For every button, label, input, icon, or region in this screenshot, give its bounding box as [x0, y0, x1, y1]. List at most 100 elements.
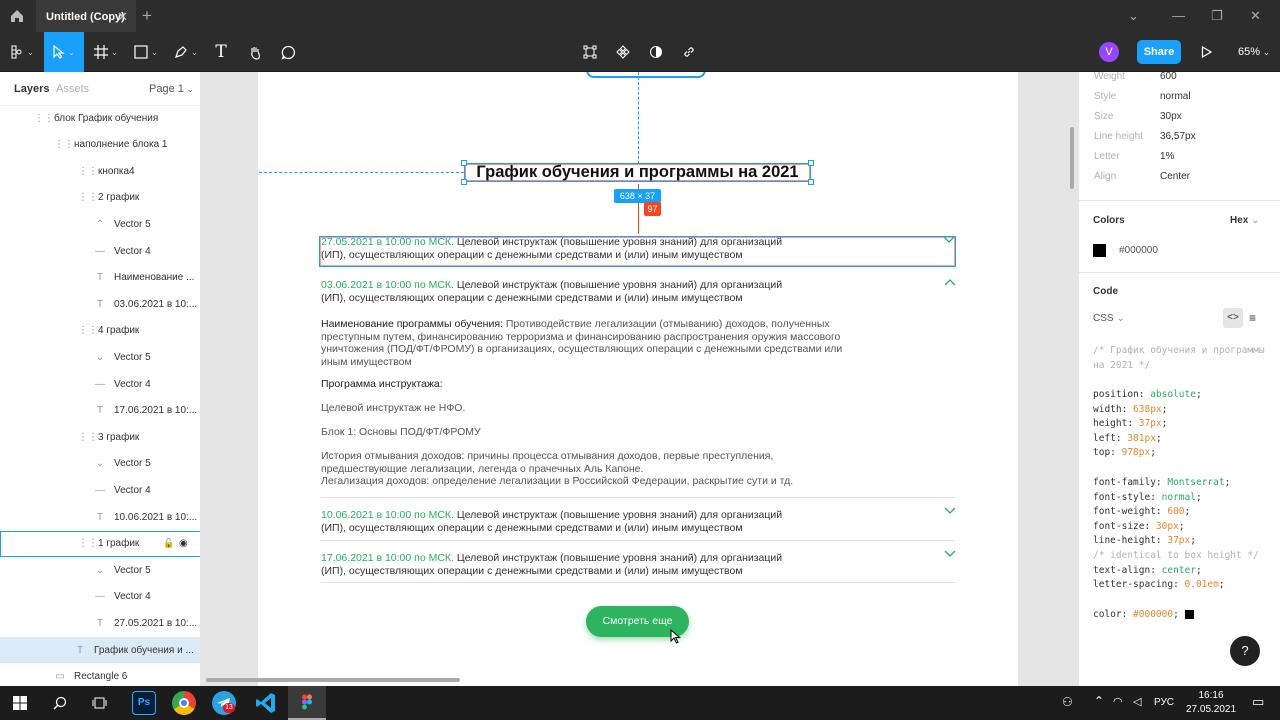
page-selector[interactable]: Page 1 ⌄ [149, 83, 194, 95]
component-frame-icon[interactable] [578, 32, 602, 72]
prop-value[interactable]: 1% [1160, 151, 1174, 162]
user-avatar[interactable]: V [1099, 42, 1119, 62]
text-tool-icon[interactable]: T [208, 32, 234, 72]
resize-handle[interactable] [461, 160, 467, 166]
layer-item[interactable]: ▭ Rectangle 6 [0, 664, 200, 686]
people-icon[interactable]: ⚇ [1062, 695, 1073, 709]
clock[interactable]: 16:16 27.05.2021 [1186, 689, 1236, 717]
notifications-icon[interactable]: ▭ [1252, 694, 1264, 710]
tab-assets[interactable]: Assets [56, 83, 89, 95]
layer-item[interactable]: ⌃ Vector 5 [0, 211, 200, 237]
pen-tool-button[interactable]: ⌄ [168, 32, 204, 72]
chevron-down-icon[interactable] [944, 550, 956, 558]
move-tool-button[interactable]: ⌄ [44, 32, 84, 72]
chevron-down-icon[interactable] [943, 236, 955, 244]
home-icon[interactable] [8, 7, 26, 25]
restore-icon[interactable]: ❐ [1211, 8, 1223, 24]
chevron-up-icon[interactable]: ⌃ [1094, 694, 1104, 708]
layer-item[interactable]: — Vector 4 [0, 238, 200, 264]
minimize-icon[interactable]: — [1172, 8, 1185, 23]
share-button[interactable]: Share [1137, 40, 1181, 64]
list-view-icon[interactable]: ≡ [1249, 311, 1256, 325]
main-menu-button[interactable]: ⌄ [4, 32, 40, 72]
layer-item[interactable]: ⋮⋮ кнопка4 [0, 158, 200, 184]
comment-tool-icon[interactable] [275, 32, 301, 72]
program-text-1: Противодействие легализации (отмыванию) … [502, 318, 830, 330]
eye-icon[interactable]: ◉ [179, 538, 188, 549]
language-indicator[interactable]: РУС [1154, 697, 1174, 708]
link-icon[interactable] [677, 32, 701, 72]
windows-start-icon[interactable] [13, 696, 27, 710]
hand-tool-icon[interactable] [242, 32, 268, 72]
close-tab-icon[interactable]: ✕ [117, 9, 128, 25]
canvas[interactable]: График обучения и программы на 2021 638 … [201, 72, 1078, 686]
lock-icon[interactable]: 🔓 [163, 538, 174, 549]
create-component-icon[interactable] [611, 32, 635, 72]
wifi-icon[interactable]: ◠ [1113, 695, 1123, 708]
file-tab[interactable]: Untitled (Copy) ✕ [36, 0, 136, 32]
layer-item[interactable]: ⌄ Vector 5 [0, 451, 200, 477]
layer-item[interactable]: ⌄ Vector 5 [0, 557, 200, 583]
layer-item[interactable]: T График обучения и ... [0, 637, 200, 663]
layer-item[interactable]: T 03.06.2021 в 10:... [0, 291, 200, 317]
task-view-icon[interactable] [92, 696, 107, 710]
resize-handle[interactable] [808, 160, 814, 166]
search-icon[interactable] [53, 696, 67, 710]
prop-value[interactable]: normal [1160, 91, 1191, 102]
present-play-icon[interactable] [1201, 46, 1212, 58]
guide-line [638, 72, 639, 164]
item-2-title: Целевой инструктаж (повышение уровня зна… [453, 279, 783, 291]
resize-handle[interactable] [461, 179, 467, 185]
chevron-down-icon[interactable]: ⌄ [1128, 8, 1139, 24]
code-view-icon[interactable]: <> [1223, 308, 1243, 328]
resize-handle[interactable] [808, 179, 814, 185]
color-value[interactable]: #000000 [1119, 245, 1158, 256]
color-swatch[interactable] [1093, 244, 1106, 257]
chevron-up-icon[interactable] [944, 278, 956, 286]
close-window-icon[interactable]: ✕ [1250, 8, 1261, 24]
vertical-scrollbar[interactable] [1070, 127, 1074, 189]
chevron-down-icon[interactable] [944, 507, 956, 515]
layer-item[interactable]: ⋮⋮ наполнение блока 1 [0, 132, 200, 158]
photoshop-icon[interactable]: Ps [132, 691, 156, 715]
color-format-dropdown[interactable]: Hex ⌄ [1230, 215, 1260, 226]
chrome-icon[interactable] [172, 691, 196, 715]
layer-item[interactable]: ⋮⋮ 2 график [0, 185, 200, 211]
layer-item[interactable]: T 27.05.2021 в 10:... [0, 610, 200, 636]
layer-item[interactable]: ⋮⋮ 1 график 🔓 ◉ [0, 530, 200, 557]
mask-icon[interactable] [644, 32, 668, 72]
toolbar: ⌄ ⌄ ⌄ ⌄ ⌄ T [0, 32, 1280, 72]
layer-item[interactable]: T 10.06.2021 в 10:... [0, 504, 200, 530]
layer-item[interactable]: — Vector 4 [0, 477, 200, 503]
file-tab-title: Untitled (Copy) [46, 11, 125, 23]
prop-value[interactable]: 30px [1160, 111, 1182, 122]
taskbar-active-app[interactable] [288, 686, 326, 720]
prop-value[interactable]: 36,57px [1160, 131, 1196, 142]
prop-value[interactable]: 600 [1160, 72, 1177, 82]
instruction-line-3: История отмывания доходов: причины проце… [321, 450, 793, 488]
help-button[interactable]: ? [1230, 636, 1260, 666]
layer-item[interactable]: ⌄ Vector 5 [0, 344, 200, 370]
frame-tool-button[interactable]: ⌄ [88, 32, 124, 72]
layer-item[interactable]: ⋮⋮ 3 график [0, 424, 200, 450]
layer-item[interactable]: ⋮⋮ 4 график [0, 318, 200, 344]
zoom-dropdown[interactable]: 65% ⌄ [1238, 46, 1270, 58]
layer-item[interactable]: — Vector 4 [0, 584, 200, 610]
code-language-dropdown[interactable]: CSS ⌄ [1093, 313, 1125, 324]
volume-icon[interactable]: ◁ [1133, 695, 1141, 708]
item-3-date: 10.06.2021 в 10:00 по МСК. [321, 509, 454, 521]
layer-item[interactable]: — Vector 4 [0, 371, 200, 397]
divider [321, 582, 955, 583]
layer-item[interactable]: T 17.06.2021 в 10:... [0, 398, 200, 424]
frame-icon: ⋮⋮ [78, 431, 98, 443]
horizontal-scrollbar[interactable] [206, 678, 460, 682]
layer-item[interactable]: ⋮⋮ блок График обучения [0, 105, 200, 131]
text-icon: T [96, 272, 104, 284]
vscode-icon[interactable] [254, 691, 278, 715]
tab-layers[interactable]: Layers [14, 83, 49, 95]
layer-item[interactable]: T Наименование ... [0, 265, 200, 291]
prop-value[interactable]: Center [1160, 171, 1190, 182]
telegram-icon[interactable]: 13 [212, 691, 236, 715]
shape-tool-button[interactable]: ⌄ [128, 32, 164, 72]
new-tab-icon[interactable]: + [142, 6, 152, 26]
